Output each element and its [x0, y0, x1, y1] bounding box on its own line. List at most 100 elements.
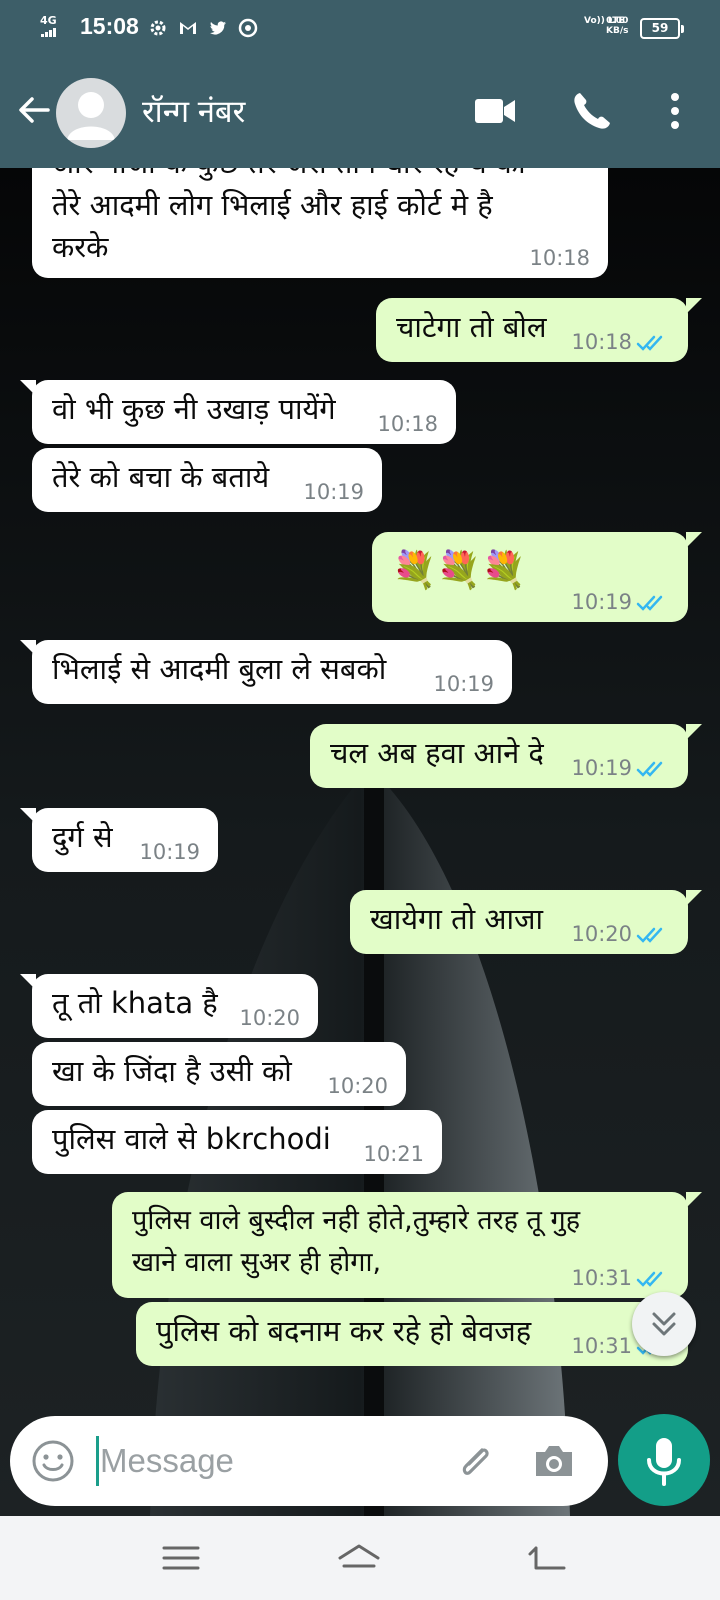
message-text: दुर्ग से — [52, 820, 113, 854]
message-bubble-outgoing[interactable]: 💐💐💐 10:19 — [372, 532, 702, 622]
double-chevron-down-icon — [652, 1312, 676, 1336]
message-time: 10:18 — [529, 246, 590, 270]
message-line: करके — [52, 230, 109, 264]
message-meta: 10:19 — [571, 590, 670, 614]
back-arrow-icon[interactable] — [14, 90, 54, 130]
message-time: 10:19 — [139, 840, 200, 864]
phone-icon[interactable] — [566, 86, 616, 136]
double-check-icon — [636, 927, 663, 943]
message-bubble-incoming[interactable]: भिलाई से आदमी बुला ले सबको 10:19 — [20, 640, 512, 704]
message-bubble-incoming[interactable]: और गाजा के कुछ तर जरा तान धार रह थ का ते… — [32, 168, 608, 278]
bubble-tail — [686, 532, 702, 548]
message-time: 10:19 — [571, 590, 632, 614]
message-text: वो भी कुछ नी उखाड़ पायेंगे — [52, 392, 336, 426]
network-indicator: 4G — [40, 15, 57, 37]
avatar-icon — [67, 92, 115, 140]
video-call-icon[interactable] — [470, 86, 520, 136]
message-meta: 10:20 — [571, 922, 670, 946]
message-meta: 10:18 — [571, 330, 670, 354]
message-list[interactable]: और गाजा के कुछ तर जरा तान धार रह थ का ते… — [0, 168, 720, 1516]
message-bubble-incoming[interactable]: तू तो khata है 10:20 — [20, 974, 318, 1038]
message-time: 10:20 — [571, 922, 632, 946]
voice-message-button[interactable] — [618, 1414, 710, 1506]
bubble-tail — [20, 808, 36, 824]
microphone-icon — [647, 1438, 681, 1486]
message-line: तेरे आदमी लोग भिलाई और हाई कोर्ट मे है — [52, 188, 493, 222]
message-text: खायेगा तो आजा — [370, 902, 544, 936]
message-time: 10:18 — [571, 330, 632, 354]
message-input[interactable] — [100, 1434, 430, 1488]
double-check-icon — [636, 335, 663, 351]
signal-icon — [41, 26, 57, 37]
message-line: खाने वाला सुअर ही होगा, — [132, 1247, 382, 1278]
attachment-icon[interactable] — [452, 1438, 500, 1486]
double-check-icon — [636, 761, 663, 777]
message-bubble-outgoing[interactable]: चल अब हवा आने दे 10:19 — [310, 724, 702, 788]
chat-header: रॉन्ग नंबर — [0, 56, 720, 168]
message-bubble-outgoing[interactable]: खायेगा तो आजा 10:20 — [350, 890, 702, 954]
bubble-tail — [686, 724, 702, 740]
bubble-tail — [20, 380, 36, 396]
message-bubble-incoming[interactable]: वो भी कुछ नी उखाड़ पायेंगे 10:18 — [20, 380, 456, 444]
message-text: पुलिस वाले से bkrchodi — [52, 1122, 331, 1156]
bubble-tail — [20, 640, 36, 656]
bubble-tail — [20, 974, 36, 990]
system-navigation-bar — [0, 1516, 720, 1600]
message-text: चल अब हवा आने दे — [330, 736, 544, 770]
message-text: तेरे को बचा के बताये — [52, 460, 270, 494]
message-meta: 10:19 — [571, 756, 670, 780]
message-bubble-outgoing[interactable]: पुलिस वाले बुस्दील नही होते,तुम्हारे तरह… — [112, 1192, 702, 1298]
bubble-tail — [686, 890, 702, 906]
message-time: 10:18 — [377, 412, 438, 436]
chrome-icon — [238, 18, 258, 38]
gmail-icon — [180, 22, 196, 34]
message-bubble-incoming[interactable]: पुलिस वाले से bkrchodi 10:21 — [32, 1110, 442, 1174]
bubble-tail — [686, 298, 702, 314]
clock: 15:08 — [80, 13, 139, 39]
message-text: पुलिस को बदनाम कर रहे हो बेवजह — [156, 1314, 532, 1348]
twitter-icon — [210, 21, 226, 35]
message-text: तू तो khata है — [52, 986, 218, 1020]
battery-level: 59 — [651, 21, 669, 35]
more-vert-icon[interactable] — [650, 86, 700, 136]
double-check-icon — [636, 1271, 663, 1287]
settings-icon — [150, 20, 166, 36]
message-time: 10:21 — [363, 1142, 424, 1166]
back-nav-icon[interactable] — [524, 1536, 574, 1580]
message-text: भिलाई से आदमी बुला ले सबको — [52, 652, 387, 686]
message-text: खा के जिंदा है उसी को — [52, 1054, 292, 1088]
message-bubble-incoming[interactable]: तेरे को बचा के बताये 10:19 — [32, 448, 382, 512]
message-time: 10:31 — [571, 1334, 632, 1358]
camera-icon[interactable] — [530, 1438, 578, 1484]
message-composer — [10, 1416, 608, 1506]
home-icon[interactable] — [334, 1536, 384, 1580]
message-text: चाटेगा तो बोल — [396, 310, 547, 344]
double-check-icon — [636, 595, 663, 611]
bouquet-emoji: 💐💐💐 — [392, 550, 527, 591]
message-bubble-incoming[interactable]: खा के जिंदा है उसी को 10:20 — [32, 1042, 406, 1106]
message-line: पुलिस वाले बुस्दील नही होते,तुम्हारे तरह… — [132, 1205, 581, 1236]
message-bubble-incoming[interactable]: दुर्ग से 10:19 — [20, 808, 218, 872]
message-time: 10:19 — [303, 480, 364, 504]
message-time: 10:20 — [239, 1006, 300, 1030]
avatar[interactable] — [56, 78, 126, 148]
message-time: 10:19 — [433, 672, 494, 696]
recents-menu-icon[interactable] — [156, 1536, 206, 1580]
message-time: 10:19 — [571, 756, 632, 780]
message-line: और गाजा के कुछ तर जरा तान धार रह थ का — [52, 168, 526, 184]
message-text: पुलिस वाले बुस्दील नही होते,तुम्हारे तरह… — [132, 1200, 580, 1284]
speed-unit: KB/s — [606, 26, 629, 36]
message-bubble-outgoing[interactable]: पुलिस को बदनाम कर रहे हो बेवजह 10:31 — [136, 1302, 688, 1366]
status-bar: 4G 15:08 Vo)) LTE 0.00 KB/s 59 — [0, 0, 720, 56]
text-caret — [96, 1436, 99, 1486]
emoji-icon[interactable] — [30, 1438, 76, 1484]
message-time: 10:31 — [571, 1266, 632, 1290]
message-time: 10:20 — [327, 1074, 388, 1098]
message-meta: 10:31 — [571, 1266, 670, 1290]
message-bubble-outgoing[interactable]: चाटेगा तो बोल 10:18 — [376, 298, 702, 362]
speed-value: 0.00 — [606, 16, 629, 26]
scroll-to-bottom-button[interactable] — [632, 1292, 696, 1356]
contact-name[interactable]: रॉन्ग नंबर — [142, 90, 245, 132]
bubble-tail — [686, 1192, 702, 1208]
speed-readout: 0.00 KB/s — [606, 16, 628, 36]
